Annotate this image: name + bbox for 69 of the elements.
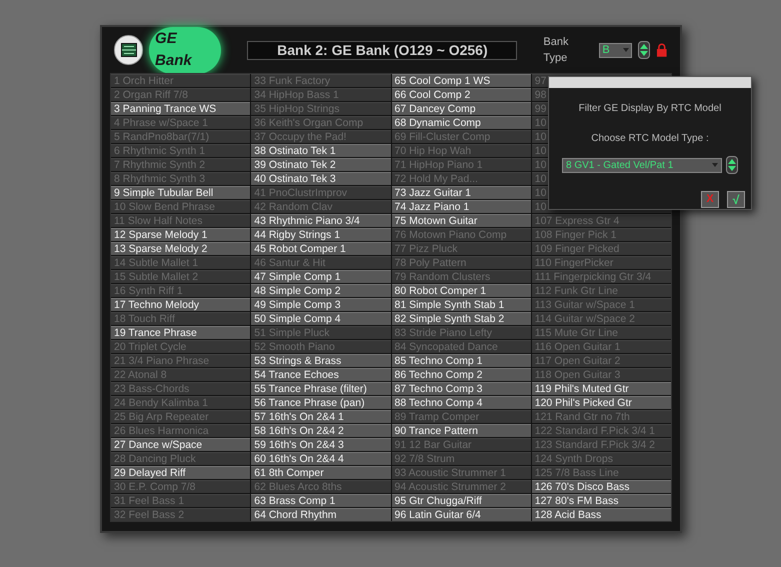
pattern-cell[interactable]: 80 Robot Comper 1	[392, 284, 531, 297]
pattern-cell[interactable]: 49 Simple Comp 3	[251, 298, 390, 311]
pattern-cell[interactable]: 27 Dance w/Space	[111, 438, 250, 451]
pattern-cell[interactable]: 17 Techno Melody	[111, 298, 250, 311]
pattern-cell[interactable]: 74 Jazz Piano 1	[392, 200, 531, 213]
pattern-cell[interactable]: 82 Simple Synth Stab 2	[392, 312, 531, 325]
pattern-cell[interactable]: 12 Sparse Melody 1	[111, 228, 250, 241]
pattern-cell[interactable]: 86 Techno Comp 2	[392, 368, 531, 381]
pattern-cell[interactable]: 50 Simple Comp 4	[251, 312, 390, 325]
bank-title: GE Bank	[149, 26, 222, 74]
pattern-cell[interactable]: 57 16th's On 2&4 1	[251, 410, 390, 423]
pattern-cell[interactable]: 47 Simple Comp 1	[251, 270, 390, 283]
pattern-cell[interactable]: 90 Trance Pattern	[392, 424, 531, 437]
pattern-cell[interactable]: 44 Rigby Strings 1	[251, 228, 390, 241]
lock-icon[interactable]	[656, 43, 668, 57]
pattern-cell[interactable]: 40 Ostinato Tek 3	[251, 172, 390, 185]
pattern-cell[interactable]: 53 Strings & Brass	[251, 354, 390, 367]
pattern-cell[interactable]: 39 Ostinato Tek 2	[251, 158, 390, 171]
pattern-cell[interactable]: 55 Trance Phrase (filter)	[251, 382, 390, 395]
caret-icon	[712, 163, 718, 167]
model-select[interactable]: 8 GV1 - Gated Vel/Pat 1	[562, 158, 722, 172]
pattern-cell[interactable]: 81 Simple Synth Stab 1	[392, 298, 531, 311]
pattern-cell[interactable]: 64 Chord Rhythm	[251, 508, 390, 521]
pattern-cell[interactable]: 63 Brass Comp 1	[251, 494, 390, 507]
pattern-cell[interactable]: 128 Acid Bass	[532, 508, 671, 521]
cancel-button[interactable]: X	[701, 191, 719, 208]
pattern-cell[interactable]: 48 Simple Comp 2	[251, 284, 390, 297]
ok-button[interactable]: √	[727, 191, 745, 208]
pattern-cell[interactable]: 126 70's Disco Bass	[532, 480, 671, 493]
pattern-cell[interactable]: 59 16th's On 2&4 3	[251, 438, 390, 451]
bank-type-select[interactable]: B	[599, 42, 632, 58]
pattern-cell[interactable]: 85 Techno Comp 1	[392, 354, 531, 367]
pattern-cell[interactable]: 67 Dancey Comp	[392, 102, 531, 115]
down-arrow-icon	[639, 50, 650, 58]
bank-type-label: Bank Type	[543, 34, 570, 66]
grid-icon	[120, 43, 137, 57]
spinner-control[interactable]	[726, 156, 738, 174]
pattern-cell[interactable]: 9 Simple Tubular Bell	[111, 186, 250, 199]
up-arrow-icon	[639, 42, 650, 50]
pattern-cell[interactable]: 58 16th's On 2&4 2	[251, 424, 390, 437]
pattern-cell[interactable]: 19 Trance Phrase	[111, 326, 250, 339]
pattern-cell[interactable]: 87 Techno Comp 3	[392, 382, 531, 395]
caret-icon	[623, 48, 630, 52]
pattern-cell[interactable]: 38 Ostinato Tek 1	[251, 144, 390, 157]
pattern-cell[interactable]: 66 Cool Comp 2	[392, 88, 531, 101]
pattern-cell[interactable]: 127 80's FM Bass	[532, 494, 671, 507]
pattern-cell[interactable]: 60 16th's On 2&4 4	[251, 452, 390, 465]
pattern-cell[interactable]: 56 Trance Phrase (pan)	[251, 396, 390, 409]
pattern-cell[interactable]: 88 Techno Comp 4	[392, 396, 531, 409]
pattern-cell[interactable]: 45 Robot Comper 1	[251, 242, 390, 255]
dialog-message: Filter GE Display By RTC Model	[578, 102, 722, 116]
bank-button[interactable]	[114, 35, 144, 65]
pattern-cell[interactable]: 3 Panning Trance WS	[111, 102, 250, 115]
pattern-cell[interactable]: 54 Trance Echoes	[251, 368, 390, 381]
pattern-cell[interactable]: 73 Jazz Guitar 1	[392, 186, 531, 199]
pattern-cell[interactable]: 43 Rhythmic Piano 3/4	[251, 214, 390, 227]
pattern-cell[interactable]: 120 Phil's Picked Gtr	[532, 396, 671, 409]
pattern-cell[interactable]: 65 Cool Comp 1 WS	[392, 74, 531, 87]
pattern-cell[interactable]: 68 Dynamic Comp	[392, 116, 531, 129]
pattern-cell[interactable]: 95 Gtr Chugga/Riff	[392, 494, 531, 507]
pattern-cell[interactable]: 13 Sparse Melody 2	[111, 242, 250, 255]
dialog-prompt: Choose RTC Model Type :	[591, 132, 709, 146]
spinner-control[interactable]	[638, 41, 650, 59]
pattern-cell[interactable]: 61 8th Comper	[251, 466, 390, 479]
pattern-cell[interactable]: 29 Delayed Riff	[111, 466, 250, 479]
bank-display: Bank 2: GE Bank (O129 ~ O256)	[247, 40, 518, 60]
pattern-cell[interactable]: 96 Latin Guitar 6/4	[392, 508, 531, 521]
pattern-cell[interactable]: 75 Motown Guitar	[392, 214, 531, 227]
pattern-cell[interactable]: 119 Phil's Muted Gtr	[532, 382, 671, 395]
